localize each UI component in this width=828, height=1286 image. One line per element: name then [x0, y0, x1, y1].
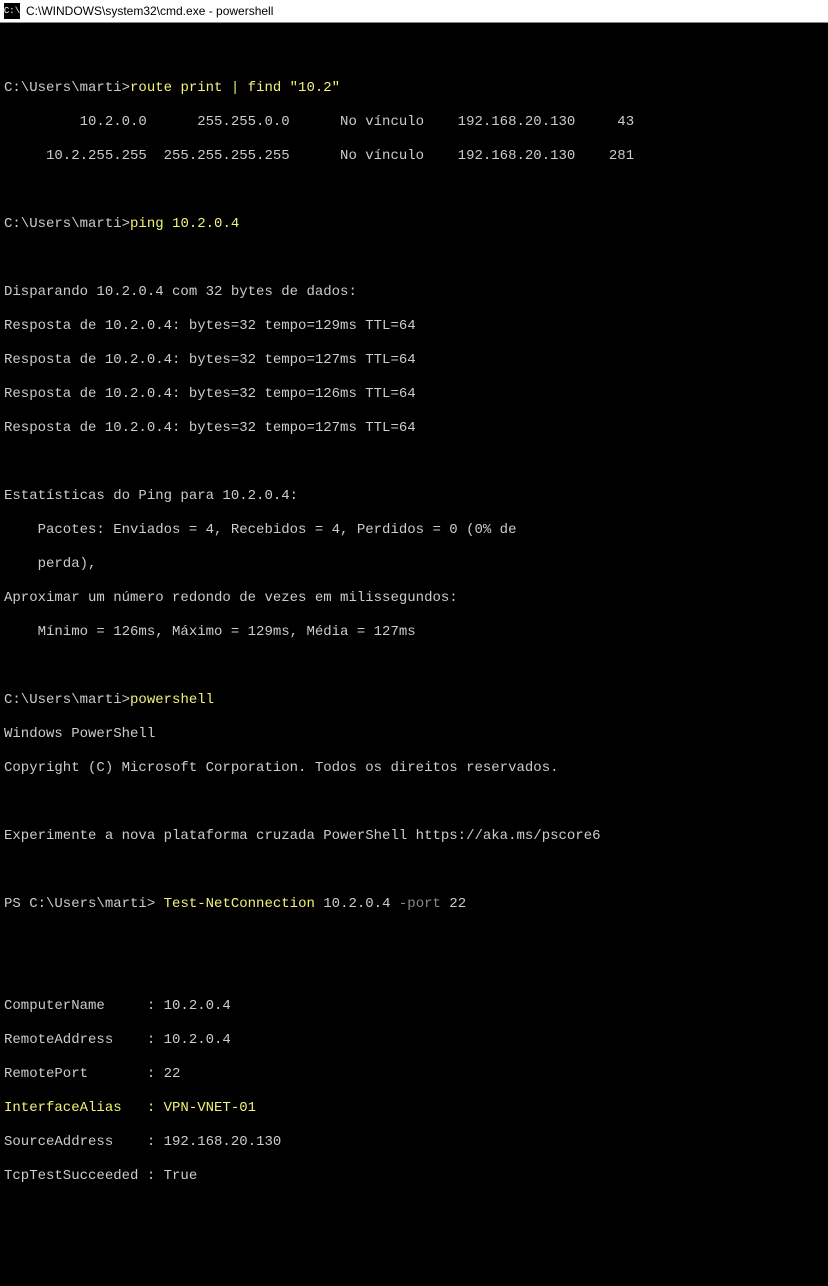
blank-line [4, 1202, 824, 1219]
route-row: 10.2.0.0 255.255.0.0 No vínculo 192.168.… [4, 114, 824, 131]
blank-line [4, 794, 824, 811]
ps-prompt: PS C:\Users\marti> [4, 896, 164, 912]
ps-banner: Windows PowerShell [4, 726, 824, 743]
ps-cmd-line: PS C:\Users\marti> Test-NetConnection 10… [4, 896, 824, 913]
cmd-line: C:\Users\marti>route print | find "10.2" [4, 80, 824, 97]
tnc-output: RemoteAddress : 10.2.0.4 [4, 1032, 824, 1049]
ping-output: Resposta de 10.2.0.4: bytes=32 tempo=127… [4, 352, 824, 369]
ping-stats: Estatísticas do Ping para 10.2.0.4: [4, 488, 824, 505]
prompt: C:\Users\marti> [4, 692, 130, 708]
prompt: C:\Users\marti> [4, 216, 130, 232]
blank-line [4, 1270, 824, 1286]
blank-line [4, 182, 824, 199]
ping-output: Resposta de 10.2.0.4: bytes=32 tempo=129… [4, 318, 824, 335]
tnc-output: TcpTestSucceeded : True [4, 1168, 824, 1185]
tnc-output: SourceAddress : 192.168.20.130 [4, 1134, 824, 1151]
blank-line [4, 46, 824, 63]
window-title: C:\WINDOWS\system32\cmd.exe - powershell [26, 4, 273, 18]
cmd-line: C:\Users\marti>ping 10.2.0.4 [4, 216, 824, 233]
ping-output: Resposta de 10.2.0.4: bytes=32 tempo=126… [4, 386, 824, 403]
tnc-output: RemotePort : 22 [4, 1066, 824, 1083]
terminal-output[interactable]: C:\Users\marti>route print | find "10.2"… [0, 23, 828, 1286]
cmd-arg: 22 [441, 896, 466, 912]
ping-stats: Aproximar um número redondo de vezes em … [4, 590, 824, 607]
blank-line [4, 930, 824, 947]
cmdlet-name: Test-NetConnection [164, 896, 315, 912]
blank-line [4, 1236, 824, 1253]
ping-stats: Mínimo = 126ms, Máximo = 129ms, Média = … [4, 624, 824, 641]
command-text: route print | find "10.2" [130, 80, 340, 96]
ps-banner: Experimente a nova plataforma cruzada Po… [4, 828, 824, 845]
tnc-output: ComputerName : 10.2.0.4 [4, 998, 824, 1015]
ping-stats: Pacotes: Enviados = 4, Recebidos = 4, Pe… [4, 522, 824, 539]
ping-stats: perda), [4, 556, 824, 573]
command-text: ping 10.2.0.4 [130, 216, 239, 232]
ps-banner: Copyright (C) Microsoft Corporation. Tod… [4, 760, 824, 777]
route-row: 10.2.255.255 255.255.255.255 No vínculo … [4, 148, 824, 165]
prompt: C:\Users\marti> [4, 80, 130, 96]
command-text: powershell [130, 692, 214, 708]
ping-output: Resposta de 10.2.0.4: bytes=32 tempo=127… [4, 420, 824, 437]
blank-line [4, 454, 824, 471]
blank-line [4, 658, 824, 675]
cmd-icon: C:\ [4, 3, 20, 19]
cmd-arg: 10.2.0.4 [315, 896, 399, 912]
ping-output: Disparando 10.2.0.4 com 32 bytes de dado… [4, 284, 824, 301]
window-titlebar[interactable]: C:\ C:\WINDOWS\system32\cmd.exe - powers… [0, 0, 828, 23]
cmd-flag: -port [399, 896, 441, 912]
blank-line [4, 964, 824, 981]
blank-line [4, 250, 824, 267]
tnc-output-highlight: InterfaceAlias : VPN-VNET-01 [4, 1100, 824, 1117]
cmd-line: C:\Users\marti>powershell [4, 692, 824, 709]
blank-line [4, 862, 824, 879]
